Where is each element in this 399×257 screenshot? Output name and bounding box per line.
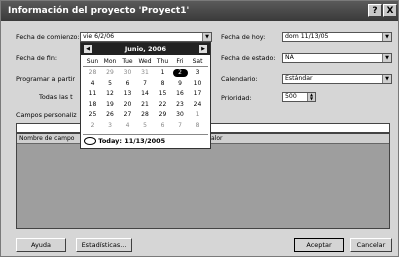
label-campos: Campos personaliz: [16, 111, 77, 119]
today-circle-icon: [84, 137, 96, 145]
calendar-day[interactable]: 28: [138, 111, 153, 119]
calendar-day[interactable]: 30: [173, 111, 188, 119]
close-button[interactable]: X: [383, 4, 397, 17]
title-bar: Información del proyecto 'Proyect1' ? X: [1, 1, 398, 21]
cancelar-button[interactable]: Cancelar: [350, 238, 392, 252]
calendar-day[interactable]: 29: [103, 69, 118, 77]
calendar-day[interactable]: 31: [138, 69, 153, 77]
aceptar-button[interactable]: Aceptar: [294, 238, 344, 252]
label-fecha-estado: Fecha de estado:: [221, 54, 276, 62]
chevron-down-icon[interactable]: ▼: [382, 75, 391, 83]
fecha-estado-field[interactable]: NA ▼: [282, 53, 392, 63]
label-fecha-hoy: Fecha de hoy:: [221, 33, 266, 41]
date-picker-popup[interactable]: ◀ Junio, 2006 ▶ Sun Mon Tue Wed Thu Fri Sat 28…: [80, 42, 211, 149]
calendar-day[interactable]: 8: [190, 122, 205, 130]
weekday-label: Sun: [86, 58, 99, 65]
calendar-day[interactable]: 6: [120, 80, 135, 88]
calendario-select[interactable]: Estándar ▼: [282, 74, 392, 84]
calendar-day[interactable]: 1: [155, 69, 170, 77]
calendar-day[interactable]: 22: [155, 101, 170, 109]
calendar-day[interactable]: 3: [103, 122, 118, 130]
calendar-day[interactable]: 7: [138, 80, 153, 88]
calendar-day[interactable]: 13: [120, 90, 135, 98]
calendar-day[interactable]: 2: [85, 122, 100, 130]
chevron-down-icon[interactable]: ▼: [382, 54, 391, 62]
project-info-dialog: Información del proyecto 'Proyect1' ? X …: [0, 0, 399, 257]
calendar-day[interactable]: 9: [173, 80, 188, 88]
calendar-day[interactable]: 17: [190, 90, 205, 98]
weekday-label: Thu: [156, 58, 169, 65]
calendar-header: ◀ Junio, 2006 ▶: [81, 43, 210, 55]
weekday-label: Mon: [103, 58, 117, 65]
label-fecha-comienzo: Fecha de comienzo:: [16, 33, 80, 41]
help-button[interactable]: ?: [368, 4, 382, 17]
calendar-day[interactable]: 2: [172, 69, 188, 77]
calendar-day[interactable]: 30: [120, 69, 135, 77]
calendar-day[interactable]: 8: [155, 80, 170, 88]
calendar-day[interactable]: 18: [85, 101, 100, 109]
calendar-day[interactable]: 12: [103, 90, 118, 98]
calendar-day[interactable]: 24: [190, 101, 205, 109]
prev-month-icon[interactable]: ◀: [84, 45, 92, 53]
weekday-label: Wed: [138, 58, 152, 65]
calendar-month: Junio, 2006: [124, 45, 167, 53]
spin-arrows-icon[interactable]: ▲ ▼: [307, 93, 315, 101]
today-text: Today: 11/13/2005: [98, 137, 166, 145]
weekday-label: Fri: [176, 58, 184, 65]
calendar-day[interactable]: 6: [155, 122, 170, 130]
calendar-divider: [83, 134, 208, 135]
grid-col-valor: alor: [211, 135, 223, 142]
next-month-icon[interactable]: ▶: [199, 45, 207, 53]
calendar-day[interactable]: 5: [103, 80, 118, 88]
label-calendario: Calendario:: [221, 75, 258, 83]
today-link[interactable]: Today: 11/13/2005: [84, 137, 165, 145]
chevron-down-icon[interactable]: ▼: [202, 33, 211, 41]
calendar-day[interactable]: 19: [103, 101, 118, 109]
fecha-comienzo-value: vie 6/2/06: [83, 33, 115, 40]
prioridad-stepper[interactable]: 500 ▲ ▼: [282, 92, 316, 102]
calendar-day[interactable]: 16: [173, 90, 188, 98]
calendar-day[interactable]: 4: [85, 80, 100, 88]
prioridad-value: 500: [285, 93, 297, 100]
calendar-day[interactable]: 26: [103, 111, 118, 119]
calendar-day[interactable]: 15: [155, 90, 170, 98]
calendar-day[interactable]: 11: [85, 90, 100, 98]
calendar-day[interactable]: 1: [190, 111, 205, 119]
label-fecha-fin: Fecha de fin:: [16, 54, 58, 62]
label-prioridad: Prioridad:: [221, 94, 252, 102]
calendar-day[interactable]: 14: [138, 90, 153, 98]
chevron-down-icon[interactable]: ▼: [382, 33, 391, 41]
label-todas: Todas las t: [39, 93, 73, 101]
fecha-estado-value: NA: [285, 54, 294, 61]
calendar-day[interactable]: 10: [190, 80, 205, 88]
calendar-day[interactable]: 4: [120, 122, 135, 130]
calendar-day[interactable]: 25: [85, 111, 100, 119]
fecha-comienzo-field[interactable]: vie 6/2/06 ▼: [80, 32, 212, 42]
label-programar: Programar a partir: [16, 75, 75, 83]
weekday-label: Sat: [192, 58, 203, 65]
ayuda-button[interactable]: Ayuda: [16, 238, 66, 252]
calendar-day[interactable]: 7: [173, 122, 188, 130]
calendar-day[interactable]: 23: [173, 101, 188, 109]
calendario-value: Estándar: [285, 75, 313, 82]
estadisticas-button[interactable]: Estadísticas...: [76, 238, 132, 252]
calendar-day[interactable]: 5: [138, 122, 153, 130]
calendar-day[interactable]: 29: [155, 111, 170, 119]
weekday-label: Tue: [122, 58, 133, 65]
calendar-divider: [83, 66, 208, 67]
fecha-hoy-field[interactable]: dom 11/13/05 ▼: [282, 32, 392, 42]
grid-col-nombre: Nombre de campo: [19, 135, 75, 142]
calendar-day[interactable]: 27: [120, 111, 135, 119]
calendar-day[interactable]: 28: [85, 69, 100, 77]
dialog-title: Información del proyecto 'Proyect1': [8, 6, 190, 16]
calendar-day[interactable]: 21: [138, 101, 153, 109]
fecha-hoy-value: dom 11/13/05: [285, 33, 329, 40]
calendar-day[interactable]: 3: [190, 69, 205, 77]
calendar-day[interactable]: 20: [120, 101, 135, 109]
